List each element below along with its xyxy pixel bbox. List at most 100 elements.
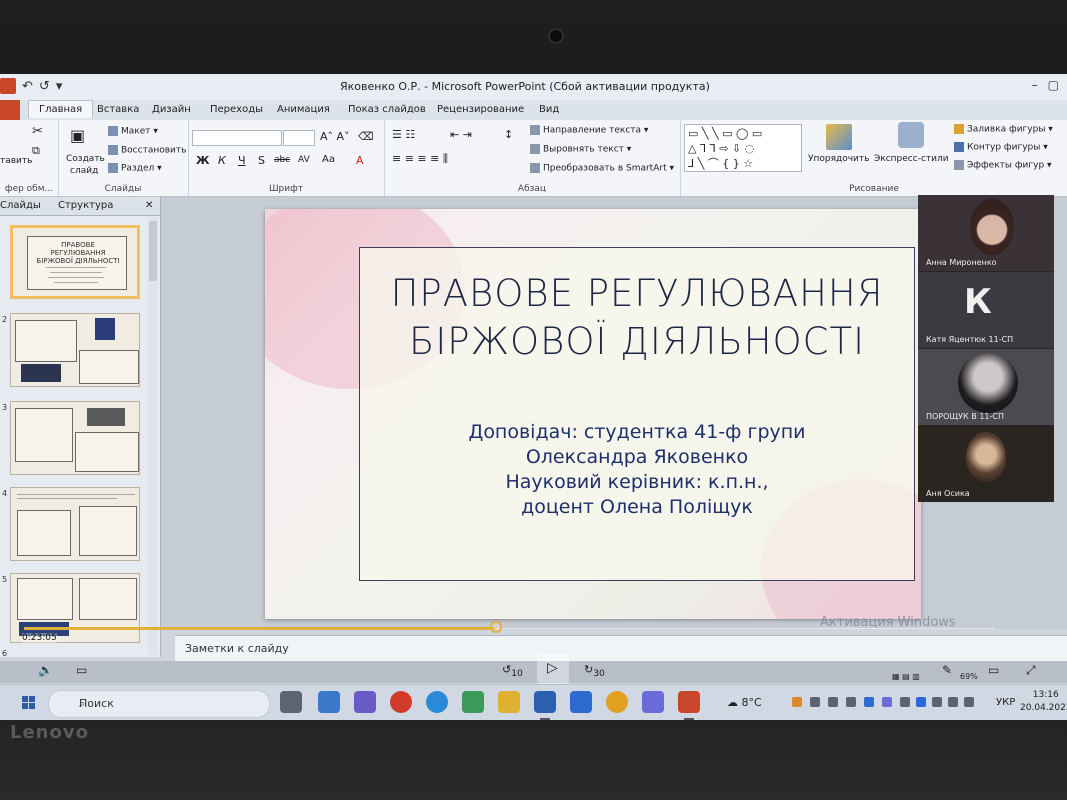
- tray-app-icon[interactable]: [864, 697, 874, 707]
- captions-icon[interactable]: ▭: [76, 663, 87, 677]
- zoom-level[interactable]: 69%: [960, 672, 978, 681]
- tray-app-icon[interactable]: [792, 697, 802, 707]
- forward-button[interactable]: ↻30: [584, 663, 605, 679]
- tab-slides[interactable]: Слайды: [0, 200, 41, 211]
- rewind-button[interactable]: ↺10: [502, 663, 523, 679]
- powerpoint-taskbar-icon[interactable]: [678, 691, 700, 713]
- align-icons[interactable]: ≡ ≡ ≡ ≡ ⫼: [392, 152, 448, 166]
- tab-insert[interactable]: Вставка: [97, 104, 139, 115]
- slide-subtitle[interactable]: Доповідач: студентка 41-ф групи Олександ…: [360, 420, 914, 520]
- font-name-dropdown[interactable]: [192, 130, 282, 146]
- wifi-icon[interactable]: [948, 697, 958, 707]
- tab-outline[interactable]: Структура: [58, 200, 113, 211]
- qat-dropdown-icon[interactable]: ▾: [56, 79, 63, 94]
- slide-title[interactable]: ПРАВОВЕ РЕГУЛЮВАННЯ БІРЖОВОЇ ДІЯЛЬНОСТІ: [360, 270, 914, 366]
- clear-format-icon[interactable]: ⌫: [358, 130, 374, 143]
- video-progress-bar[interactable]: [24, 627, 497, 630]
- bullets-icon[interactable]: ☰ ☷: [392, 128, 415, 141]
- tab-review[interactable]: Рецензирование: [437, 104, 524, 115]
- taskbar-clock[interactable]: 13:16 20.04.2023: [1020, 689, 1067, 715]
- current-slide[interactable]: ПРАВОВЕ РЕГУЛЮВАННЯ БІРЖОВОЇ ДІЯЛЬНОСТІ …: [265, 209, 921, 619]
- participant-tile-2[interactable]: К Катя Яцентюк 11-СП: [918, 272, 1054, 348]
- italic-button[interactable]: К: [218, 154, 226, 167]
- bluetooth-icon[interactable]: [916, 697, 926, 707]
- align-text-button[interactable]: Выровнять текст ▾: [530, 144, 631, 155]
- pane-scroll-thumb[interactable]: [149, 221, 157, 281]
- mail-icon[interactable]: [318, 691, 340, 713]
- slide-thumb-4[interactable]: [10, 487, 140, 561]
- reset-button[interactable]: Восстановить: [108, 145, 186, 156]
- participant-tile-1[interactable]: Анна Мироненко: [918, 195, 1054, 271]
- task-view-icon[interactable]: [280, 691, 302, 713]
- tray-app-icon[interactable]: [882, 697, 892, 707]
- shape-outline-button[interactable]: Контур фигуры ▾: [954, 142, 1048, 153]
- language-indicator[interactable]: УКР: [996, 697, 1015, 708]
- font-grow-shrink-icon[interactable]: A˄ A˅: [320, 130, 350, 143]
- mic-icon[interactable]: [846, 697, 856, 707]
- weather-widget[interactable]: ☁ 8°C: [727, 696, 762, 709]
- tab-transitions[interactable]: Переходы: [210, 104, 263, 115]
- redo-icon[interactable]: ↺: [39, 79, 50, 94]
- battery-icon[interactable]: [932, 697, 942, 707]
- copy-icon[interactable]: ⧉: [32, 144, 40, 158]
- notes-pane[interactable]: Заметки к слайду: [175, 635, 1067, 662]
- font-size-dropdown[interactable]: [283, 130, 315, 146]
- section-button[interactable]: Раздел ▾: [108, 163, 162, 174]
- zoom-app-icon[interactable]: [570, 691, 592, 713]
- font-color-button[interactable]: A: [356, 154, 364, 167]
- indent-icon[interactable]: ⇤ ⇥: [450, 128, 472, 141]
- tab-slideshow[interactable]: Показ слайдов: [348, 104, 426, 115]
- quick-styles-button[interactable]: Экспресс-стили: [874, 154, 949, 164]
- file-tab[interactable]: [0, 100, 20, 120]
- show-hidden-icon[interactable]: [900, 697, 910, 707]
- video-scrub-handle[interactable]: [490, 621, 502, 633]
- powerpoint-app-icon[interactable]: [0, 78, 16, 94]
- tab-view[interactable]: Вид: [539, 104, 559, 115]
- volume-icon[interactable]: 🔈: [38, 663, 53, 677]
- underline-button[interactable]: Ч: [238, 154, 246, 167]
- tab-animation[interactable]: Анимация: [277, 104, 330, 115]
- undo-icon[interactable]: ↶: [22, 79, 33, 94]
- minimize-icon[interactable]: –: [1032, 78, 1038, 92]
- layout-button[interactable]: Макет ▾: [108, 126, 158, 137]
- tab-home[interactable]: Главная: [28, 100, 94, 118]
- explorer-icon[interactable]: [498, 691, 520, 713]
- tray-app-icon[interactable]: [810, 697, 820, 707]
- view-buttons-icon[interactable]: ▦ ▤ ▥: [892, 672, 920, 681]
- tab-design[interactable]: Дизайн: [152, 104, 191, 115]
- edge-icon[interactable]: [426, 691, 448, 713]
- start-button[interactable]: [22, 696, 36, 710]
- opera-icon[interactable]: [390, 691, 412, 713]
- strike-button[interactable]: abc: [274, 155, 290, 165]
- participant-tile-3[interactable]: ПОРОЩУК В 11-СП: [918, 349, 1054, 425]
- new-slide-icon[interactable]: ▣: [70, 126, 85, 145]
- pane-close-icon[interactable]: ✕: [145, 200, 153, 211]
- word-icon[interactable]: [534, 691, 556, 713]
- photos-icon[interactable]: [462, 691, 484, 713]
- maximize-icon[interactable]: ▢: [1048, 78, 1059, 92]
- chrome-icon[interactable]: [606, 691, 628, 713]
- slide-content-frame[interactable]: ПРАВОВЕ РЕГУЛЮВАННЯ БІРЖОВОЇ ДІЯЛЬНОСТІ …: [359, 247, 915, 581]
- shadow-button[interactable]: S: [258, 154, 265, 167]
- shape-effects-button[interactable]: Эффекты фигур ▾: [954, 160, 1052, 171]
- line-spacing-icon[interactable]: ↕: [504, 128, 513, 141]
- speaker-icon[interactable]: [964, 697, 974, 707]
- taskbar-search[interactable]: ⌕ Поиск: [48, 690, 270, 718]
- cut-icon[interactable]: ✂: [32, 124, 43, 139]
- pane-scrollbar[interactable]: [148, 217, 158, 655]
- camera-icon[interactable]: [828, 697, 838, 707]
- paste-button[interactable]: тавить: [0, 156, 32, 166]
- quick-styles-icon[interactable]: [898, 122, 924, 148]
- participant-tile-4[interactable]: Аня Осика: [918, 426, 1054, 502]
- new-slide-label-1[interactable]: Создать: [66, 154, 105, 164]
- slide-thumb-2[interactable]: [10, 313, 140, 387]
- store-icon[interactable]: [354, 691, 376, 713]
- viber-icon[interactable]: [642, 691, 664, 713]
- shapes-gallery[interactable]: ▭ ╲ ╲ ▭ ◯ ▭ △ ⅂ ⅂ ⇨ ⇩ ◌ ⅃ ╲ ⌒ { } ☆: [684, 124, 802, 172]
- case-button[interactable]: Aa: [322, 154, 335, 165]
- shape-fill-button[interactable]: Заливка фигуры ▾: [954, 124, 1053, 135]
- arrange-icon[interactable]: [826, 124, 852, 150]
- spacing-button[interactable]: AV: [298, 155, 310, 165]
- play-button[interactable]: ▷: [537, 654, 569, 684]
- new-slide-label-2[interactable]: слайд: [70, 166, 98, 176]
